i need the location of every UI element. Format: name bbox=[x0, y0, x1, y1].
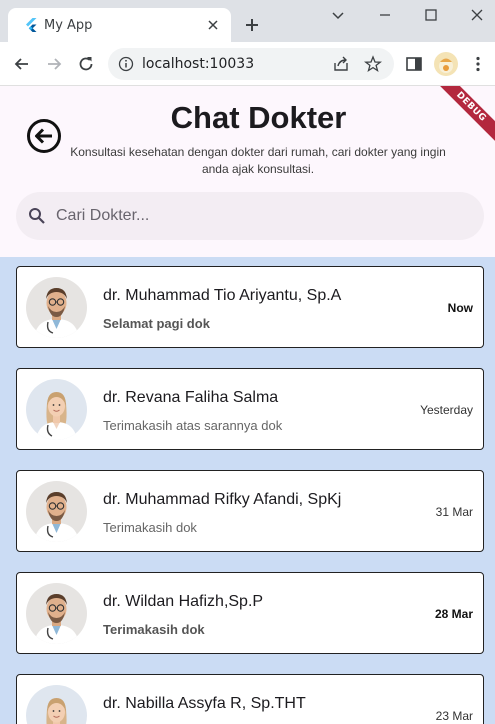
avatar bbox=[26, 379, 87, 440]
chat-last-message: Selamat pagi dok bbox=[103, 316, 210, 331]
chat-list: dr. Muhammad Tio Ariyantu, Sp.A Selamat … bbox=[0, 257, 495, 724]
reload-icon[interactable] bbox=[76, 54, 96, 74]
search-icon bbox=[29, 208, 45, 224]
info-icon[interactable] bbox=[118, 56, 134, 72]
chat-last-message: Terimakasih atas sarannya dok bbox=[103, 418, 283, 433]
avatar bbox=[26, 277, 87, 338]
flutter-icon bbox=[26, 18, 37, 32]
app-viewport: Chat Dokter Konsultasi kesehatan dengan … bbox=[0, 86, 495, 724]
back-arrow-icon[interactable] bbox=[12, 54, 32, 74]
chat-time: 23 Mar bbox=[435, 709, 473, 723]
minimize-icon[interactable] bbox=[376, 6, 394, 24]
female-doctor-icon bbox=[26, 685, 87, 724]
maximize-icon[interactable] bbox=[422, 6, 440, 24]
chat-item[interactable]: dr. Wildan Hafizh,Sp.P Terimakasih dok 2… bbox=[16, 572, 484, 654]
chat-name: dr. Muhammad Tio Ariyantu, Sp.A bbox=[103, 287, 342, 304]
tab-title: My App bbox=[44, 18, 93, 33]
male-doctor-icon bbox=[26, 277, 87, 338]
kebab-menu-icon[interactable] bbox=[468, 54, 488, 74]
chat-item[interactable]: dr. Muhammad Rifky Afandi, SpKj Terimaka… bbox=[16, 470, 484, 552]
chevron-down-icon[interactable] bbox=[329, 6, 347, 24]
chat-last-message: Terimakasih dok bbox=[103, 622, 205, 637]
chat-name: dr. Nabilla Assyfa R, Sp.THT bbox=[103, 695, 306, 712]
profile-avatar[interactable] bbox=[434, 52, 458, 76]
app-header: Chat Dokter Konsultasi kesehatan dengan … bbox=[0, 86, 495, 257]
avatar bbox=[26, 685, 87, 724]
address-bar[interactable]: localhost:10033 bbox=[108, 48, 394, 80]
search-bar[interactable] bbox=[16, 192, 484, 240]
page-subtitle: Konsultasi kesehatan dengan dokter dari … bbox=[70, 145, 446, 176]
female-doctor-icon bbox=[26, 379, 87, 440]
avatar bbox=[26, 481, 87, 542]
profile-icon bbox=[439, 58, 453, 73]
chat-name: dr. Revana Faliha Salma bbox=[103, 389, 279, 406]
search-input[interactable] bbox=[56, 192, 466, 240]
close-icon[interactable] bbox=[205, 17, 221, 33]
chat-item[interactable]: dr. Nabilla Assyfa R, Sp.THT 23 Mar bbox=[16, 674, 484, 724]
page-title: Chat Dokter bbox=[170, 100, 347, 135]
browser-toolbar: localhost:10033 bbox=[0, 42, 495, 86]
star-icon[interactable] bbox=[364, 55, 382, 73]
chat-time: 31 Mar bbox=[435, 505, 473, 519]
window-close-icon[interactable] bbox=[468, 6, 486, 24]
chat-time: Yesterday bbox=[420, 403, 473, 417]
avatar bbox=[26, 583, 87, 644]
chat-name: dr. Muhammad Rifky Afandi, SpKj bbox=[103, 491, 342, 508]
chat-time: Now bbox=[447, 301, 473, 315]
browser-tabstrip: My App bbox=[0, 0, 495, 42]
browser-tab[interactable]: My App bbox=[8, 8, 231, 42]
share-icon[interactable] bbox=[332, 55, 350, 73]
side-panel-icon[interactable] bbox=[404, 54, 424, 74]
chat-item[interactable]: dr. Muhammad Tio Ariyantu, Sp.A Selamat … bbox=[16, 266, 484, 348]
chat-last-message: Terimakasih dok bbox=[103, 520, 197, 535]
male-doctor-icon bbox=[26, 583, 87, 644]
forward-arrow-icon[interactable] bbox=[44, 54, 64, 74]
male-doctor-icon bbox=[26, 481, 87, 542]
url-text[interactable]: localhost:10033 bbox=[142, 56, 254, 72]
chat-item[interactable]: dr. Revana Faliha Salma Terimakasih atas… bbox=[16, 368, 484, 450]
chat-name: dr. Wildan Hafizh,Sp.P bbox=[103, 593, 264, 610]
chat-time: 28 Mar bbox=[434, 607, 473, 621]
new-tab-icon[interactable] bbox=[243, 16, 261, 34]
